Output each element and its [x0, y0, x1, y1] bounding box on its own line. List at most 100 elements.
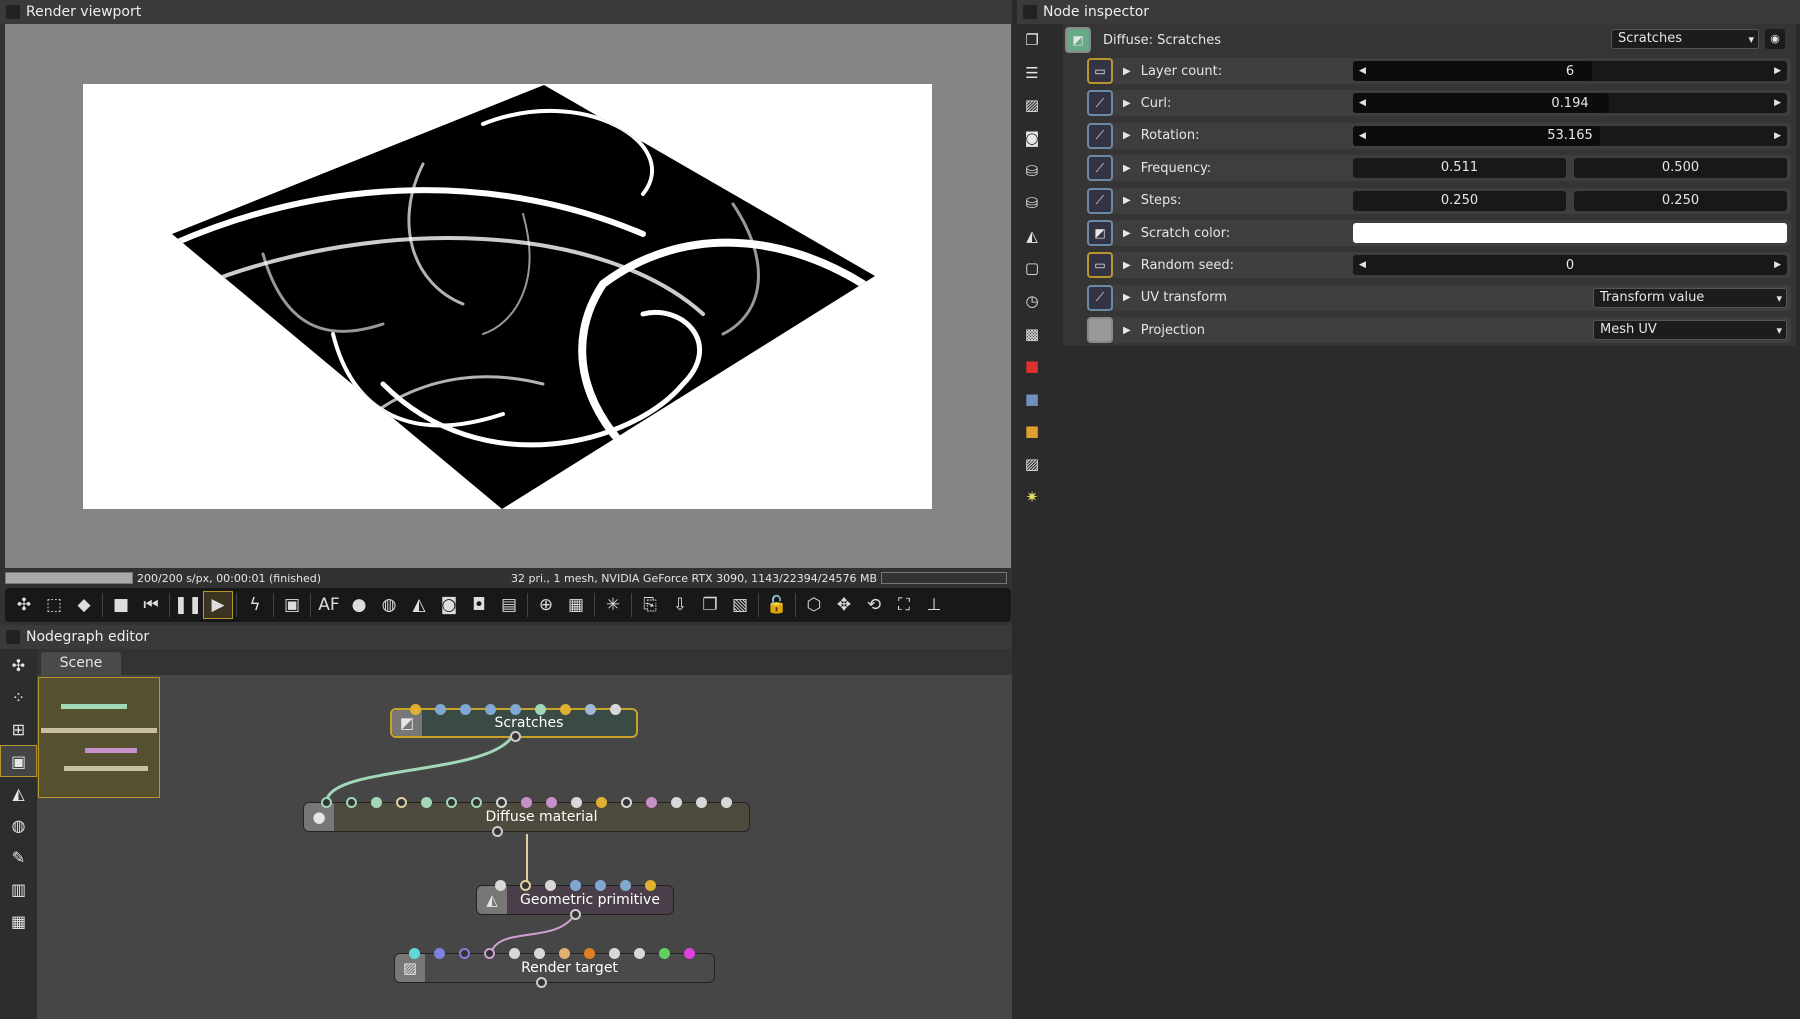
output-port[interactable]: [535, 977, 547, 988]
input-port[interactable]: [410, 704, 421, 715]
input-port[interactable]: [659, 948, 670, 959]
input-port[interactable]: [421, 797, 432, 808]
input-port[interactable]: [610, 704, 621, 715]
panel-menu-icon[interactable]: [6, 5, 20, 19]
node-render_target[interactable]: ▨ Render target: [394, 948, 715, 988]
color-wheel-button[interactable]: ●: [344, 591, 374, 619]
input-port[interactable]: [621, 797, 632, 808]
input-port[interactable]: [596, 797, 607, 808]
input-port[interactable]: [559, 948, 570, 959]
arrange-button[interactable]: ⁘: [0, 681, 37, 713]
output-port[interactable]: [570, 909, 581, 920]
nodegraph-canvas[interactable]: ◩ Scratches ● Diffuse material ◭ Geometric pr…: [37, 675, 1012, 1019]
camera-pick-button[interactable]: ◙: [434, 591, 464, 619]
film-button[interactable]: ▤: [494, 591, 524, 619]
input-port[interactable]: [584, 948, 595, 959]
param-value-field[interactable]: 0.500: [1574, 158, 1787, 179]
camera-button[interactable]: ◍: [0, 809, 37, 841]
input-port[interactable]: [371, 797, 382, 808]
recenter-button[interactable]: ✣: [0, 649, 37, 681]
slider-increment-icon[interactable]: ▶: [1774, 260, 1781, 270]
color-cube-button[interactable]: ◆: [69, 591, 99, 619]
expand-arrow-icon[interactable]: ▶: [1123, 325, 1131, 336]
expand-arrow-icon[interactable]: ▶: [1123, 292, 1131, 303]
panel-menu-icon[interactable]: [6, 630, 20, 644]
input-port[interactable]: [560, 704, 571, 715]
material-button[interactable]: ◭: [404, 591, 434, 619]
input-port[interactable]: [645, 880, 656, 891]
viewport-canvas[interactable]: [5, 24, 1011, 568]
output-port[interactable]: [510, 731, 521, 742]
input-port[interactable]: [509, 948, 520, 959]
input-port[interactable]: [321, 797, 332, 808]
input-port[interactable]: [346, 797, 357, 808]
input-port[interactable]: [671, 797, 682, 808]
expand-arrow-icon[interactable]: ▶: [1123, 260, 1131, 271]
lock-button[interactable]: 🔓: [762, 591, 792, 619]
rewind-button[interactable]: ⏮: [136, 591, 166, 619]
recenter-button[interactable]: ✣: [9, 591, 39, 619]
frame-button[interactable]: ▢: [1017, 252, 1047, 285]
input-port[interactable]: [595, 880, 606, 891]
param-dropdown[interactable]: Mesh UV: [1593, 320, 1787, 341]
bake-button[interactable]: ▧: [725, 591, 755, 619]
grid-button[interactable]: ▦: [0, 905, 37, 937]
input-port[interactable]: [484, 948, 495, 959]
input-port[interactable]: [495, 880, 506, 891]
settings-button[interactable]: ✎: [0, 841, 37, 873]
input-port[interactable]: [721, 797, 732, 808]
input-port[interactable]: [696, 797, 707, 808]
flash-button[interactable]: ϟ: [240, 591, 270, 619]
input-port[interactable]: [546, 797, 557, 808]
blue-cube-button[interactable]: ■: [1017, 383, 1047, 416]
sun-button[interactable]: ✷: [1017, 480, 1047, 513]
rotate-button[interactable]: ⟲: [859, 591, 889, 619]
pause-button[interactable]: ❚❚: [173, 591, 203, 619]
minimap-button[interactable]: ▣: [0, 745, 37, 777]
stack-button[interactable]: ☰: [1017, 57, 1047, 90]
input-port[interactable]: [684, 948, 695, 959]
grid-magnet-button[interactable]: ▥: [0, 873, 37, 905]
input-port[interactable]: [409, 948, 420, 959]
node-geometric[interactable]: ◭ Geometric primitive: [476, 880, 674, 920]
output-port[interactable]: [491, 826, 503, 837]
slider-increment-icon[interactable]: ▶: [1774, 98, 1781, 108]
expand-arrow-icon[interactable]: ▶: [1123, 130, 1131, 141]
spinner-button[interactable]: ✳: [598, 591, 628, 619]
node-type-dropdown[interactable]: Scratches: [1611, 29, 1759, 49]
input-port[interactable]: [521, 797, 532, 808]
param-slider[interactable]: ◀ 0 ▶: [1353, 255, 1787, 276]
expand-arrow-icon[interactable]: ▶: [1123, 195, 1131, 206]
node-diffuse[interactable]: ● Diffuse material: [303, 797, 750, 837]
expand-arrow-icon[interactable]: ▶: [1123, 228, 1131, 239]
tab-scene[interactable]: Scene: [41, 652, 121, 675]
input-port[interactable]: [545, 880, 556, 891]
checker-button[interactable]: ▦: [561, 591, 591, 619]
param-slider[interactable]: ◀ 6 ▶: [1353, 61, 1787, 81]
input-port[interactable]: [634, 948, 645, 959]
region-button[interactable]: ⬚: [39, 591, 69, 619]
input-port[interactable]: [396, 797, 407, 808]
expand-arrow-icon[interactable]: ▶: [1123, 98, 1131, 109]
node-scratches[interactable]: ◩ Scratches: [390, 704, 638, 742]
group-button[interactable]: ⊞: [0, 713, 37, 745]
render-image[interactable]: [83, 84, 932, 509]
expand-arrow-icon[interactable]: ▶: [1123, 66, 1131, 77]
input-port[interactable]: [646, 797, 657, 808]
input-port[interactable]: [446, 797, 457, 808]
expand-arrow-icon[interactable]: ▶: [1123, 163, 1131, 174]
input-port[interactable]: [620, 880, 631, 891]
picture-button[interactable]: ▨: [1017, 448, 1047, 481]
display-button[interactable]: ▣: [277, 591, 307, 619]
af-button[interactable]: AF: [314, 591, 344, 619]
slider-increment-icon[interactable]: ▶: [1774, 66, 1781, 76]
param-slider[interactable]: ◀ 0.194 ▶: [1353, 93, 1787, 114]
param-slider[interactable]: ◀ 53.165 ▶: [1353, 125, 1787, 146]
param-value-field[interactable]: 0.511: [1353, 158, 1566, 179]
clock-button[interactable]: ◷: [1017, 285, 1047, 318]
input-port[interactable]: [496, 797, 507, 808]
orange-cube-button[interactable]: ■: [1017, 415, 1047, 448]
input-port[interactable]: [435, 704, 446, 715]
image-button[interactable]: ▨: [1017, 89, 1047, 122]
param-value-field[interactable]: 0.250: [1574, 190, 1787, 211]
